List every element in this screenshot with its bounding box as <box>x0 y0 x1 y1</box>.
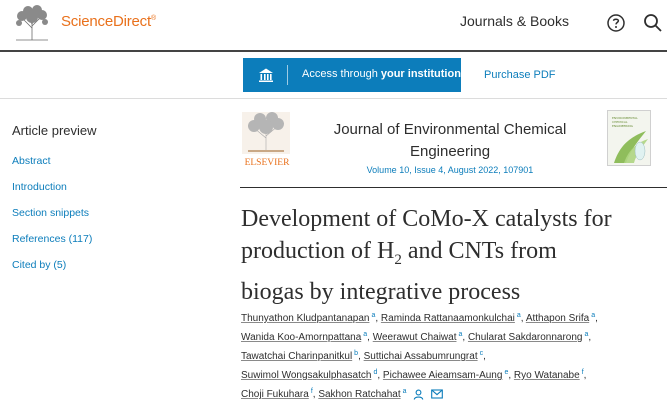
elsevier-tree-logo[interactable] <box>12 4 52 42</box>
author-link[interactable]: Raminda Rattanaamonkulchai <box>381 313 515 324</box>
article-title: Development of CoMo-X catalysts for prod… <box>241 203 661 308</box>
affiliation-marker[interactable]: a <box>517 312 521 319</box>
header-divider <box>0 50 667 52</box>
elsevier-logo[interactable]: ELSEVIER <box>240 110 294 168</box>
title-line-2a: production of H <box>241 238 395 264</box>
envelope-icon[interactable] <box>431 389 443 399</box>
top-header: ScienceDirect® Journals & Books <box>0 0 667 49</box>
author-link[interactable]: Sakhon Ratchahat <box>318 389 400 400</box>
journal-title-line1: Journal of Environmental Chemical <box>333 121 567 138</box>
affiliation-marker[interactable]: a <box>584 331 588 338</box>
sidebar-item-cited-by[interactable]: Cited by (5) <box>12 259 66 271</box>
journal-cover-image[interactable]: ENVIRONMENTAL CHEMICAL ENGINEERING <box>607 110 651 166</box>
sidebar-item-section-snippets[interactable]: Section snippets <box>12 207 89 219</box>
author-list: Thunyathon Kludpantanapan a, Raminda Ratt… <box>241 311 598 400</box>
registered-mark: ® <box>150 15 156 22</box>
journal-issue-info: Volume 10, Issue 4, August 2022, 107901 <box>310 165 590 175</box>
author-link[interactable]: Weerawut Chaiwat <box>373 332 457 343</box>
author-link[interactable]: Suwimol Wongsakulphasatch <box>241 370 371 381</box>
title-line-1: Development of CoMo-X catalysts for <box>241 206 612 232</box>
access-divider <box>0 98 667 99</box>
author-link[interactable]: Thunyathon Kludpantanapan <box>241 313 369 324</box>
button-divider <box>287 65 288 85</box>
author-link[interactable]: Choji Fukuhara <box>241 389 309 400</box>
title-subscript: 2 <box>394 251 402 268</box>
author-link[interactable]: Ryo Watanabe <box>514 370 580 381</box>
author-link[interactable]: Wanida Koo-Amornpattana <box>241 332 361 343</box>
affiliation-marker[interactable]: a <box>371 312 375 319</box>
affiliation-marker[interactable]: b <box>354 350 358 357</box>
journal-title-line2: Engineering <box>409 143 491 160</box>
article-preview-heading: Article preview <box>12 123 97 138</box>
affiliation-marker[interactable]: a <box>363 331 367 338</box>
search-icon[interactable] <box>643 13 663 33</box>
cover-text-3: ENGINEERING <box>612 124 634 128</box>
access-label-prefix: Access through <box>302 68 381 80</box>
access-institution-button[interactable]: Access through your institution <box>243 58 461 92</box>
affiliation-marker[interactable]: a <box>458 331 462 338</box>
volume-issue-link[interactable]: Volume 10, Issue 4 <box>367 165 444 175</box>
author-link[interactable]: Chularat Sakdaronnarong <box>468 332 583 343</box>
institution-icon <box>259 68 273 82</box>
title-line-3: biogas by integrative process <box>241 278 521 305</box>
issue-date-pages: , August 2022, 107901 <box>443 165 534 175</box>
sciencedirect-logo[interactable]: ScienceDirect® <box>61 13 156 30</box>
banner-divider <box>240 187 667 188</box>
purchase-pdf-link[interactable]: Purchase PDF <box>484 69 556 81</box>
person-icon[interactable] <box>413 389 424 400</box>
affiliation-marker[interactable]: f <box>582 369 584 376</box>
sidebar-item-introduction[interactable]: Introduction <box>12 181 67 193</box>
author-link[interactable]: Tawatchai Charinpanitkul <box>241 351 352 362</box>
journal-title-link[interactable]: Journal of Environmental Chemical Engine… <box>310 119 590 163</box>
cover-art: ENVIRONMENTAL CHEMICAL ENGINEERING <box>608 111 650 165</box>
access-label: Access through your institution <box>302 68 461 80</box>
author-link[interactable]: Pichawee Aieamsam-Aung <box>383 370 503 381</box>
access-label-bold: your institution <box>380 68 461 80</box>
affiliation-marker[interactable]: c <box>480 350 484 357</box>
affiliation-marker[interactable]: e <box>504 369 508 376</box>
author-link[interactable]: Suttichai Assabumrungrat <box>364 351 478 362</box>
help-icon[interactable] <box>606 13 626 33</box>
affiliation-marker[interactable]: a <box>403 388 407 395</box>
author-link[interactable]: Atthapon Srifa <box>526 313 589 324</box>
sidebar-item-abstract[interactable]: Abstract <box>12 155 51 167</box>
sidebar-item-references[interactable]: References (117) <box>12 233 92 245</box>
affiliation-marker[interactable]: a <box>591 312 595 319</box>
publisher-name: ELSEVIER <box>245 158 291 168</box>
affiliation-marker[interactable]: d <box>373 369 377 376</box>
journals-books-link[interactable]: Journals & Books <box>460 13 569 29</box>
affiliation-marker[interactable]: f <box>311 388 313 395</box>
brand-name: ScienceDirect <box>61 13 151 30</box>
title-line-2b: and CNTs from <box>401 238 557 264</box>
